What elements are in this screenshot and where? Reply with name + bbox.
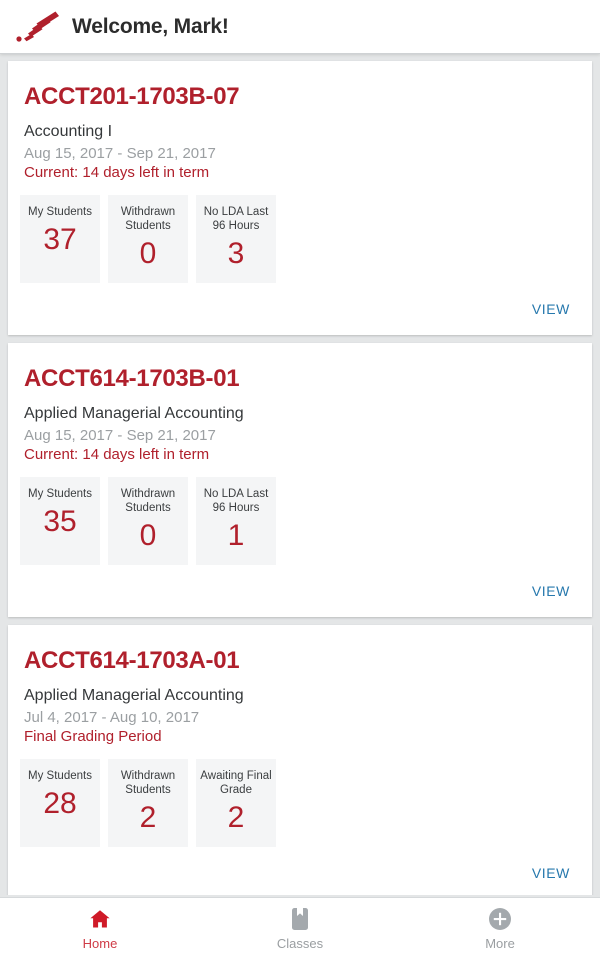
bottom-navigation: Home Classes More [0,897,600,960]
stat-value: 28 [43,787,77,820]
course-card[interactable]: ACCT201-1703B-07 Accounting I Aug 15, 20… [8,61,592,335]
stat-label: Withdrawn Students [120,206,176,232]
nav-label: Home [82,936,118,951]
book-icon [290,907,310,931]
stat-value: 35 [43,505,77,538]
course-status: Current: 14 days left in term [24,446,210,463]
nav-item-home[interactable]: Home [0,898,200,960]
card-footer: VIEW [8,565,592,617]
stat-label: No LDA Last 96 Hours [203,488,269,514]
stat-value: 0 [139,519,157,552]
course-code: ACCT614-1703A-01 [24,647,240,674]
stat-box[interactable]: Awaiting Final Grade 2 [196,759,276,847]
stat-value: 2 [227,801,245,834]
course-code: ACCT614-1703B-01 [24,365,240,392]
stats-row: My Students 35 Withdrawn Students 0 No L… [20,477,592,565]
stat-box[interactable]: No LDA Last 96 Hours 3 [196,195,276,283]
stat-label: My Students [28,206,92,218]
page-title: Welcome, Mark! [72,14,229,38]
stat-box[interactable]: No LDA Last 96 Hours 1 [196,477,276,565]
course-status: Final Grading Period [24,728,162,745]
stat-label: No LDA Last 96 Hours [203,206,269,232]
stat-value: 2 [139,801,157,834]
stat-box[interactable]: My Students 37 [20,195,100,283]
stat-label: Awaiting Final Grade [200,770,272,796]
course-name: Applied Managerial Accounting [24,405,244,422]
nav-item-classes[interactable]: Classes [200,898,400,960]
stat-value: 0 [139,237,157,270]
stat-box[interactable]: My Students 35 [20,477,100,565]
stats-row: My Students 28 Withdrawn Students 2 Awai… [20,759,592,847]
stat-box[interactable]: Withdrawn Students 0 [108,477,188,565]
stat-label: Withdrawn Students [120,488,176,514]
course-name: Accounting I [24,123,113,140]
stat-box[interactable]: Withdrawn Students 2 [108,759,188,847]
course-card[interactable]: ACCT614-1703A-01 Applied Managerial Acco… [8,625,592,895]
course-name: Applied Managerial Accounting [24,687,244,704]
nav-label: Classes [276,936,324,951]
stats-row: My Students 37 Withdrawn Students 0 No L… [20,195,592,283]
stat-box[interactable]: My Students 28 [20,759,100,847]
nav-label: More [485,936,515,951]
app-header: Welcome, Mark! [0,0,600,54]
stat-label: My Students [28,488,92,500]
view-button[interactable]: VIEW [532,301,570,317]
stat-value: 3 [227,237,245,270]
card-footer: VIEW [8,847,592,895]
stat-value: 1 [227,519,245,552]
plus-circle-icon [488,907,512,931]
view-button[interactable]: VIEW [532,583,570,599]
stat-value: 37 [43,223,77,256]
fan-logo-icon [14,10,62,44]
course-list[interactable]: ACCT201-1703B-07 Accounting I Aug 15, 20… [0,55,600,895]
stat-label: Withdrawn Students [120,770,176,796]
home-icon [87,907,113,931]
course-status: Current: 14 days left in term [24,164,210,181]
course-dates: Aug 15, 2017 - Sep 21, 2017 [24,145,216,162]
card-footer: VIEW [8,283,592,335]
nav-item-more[interactable]: More [400,898,600,960]
course-dates: Jul 4, 2017 - Aug 10, 2017 [24,709,200,726]
course-code: ACCT201-1703B-07 [24,83,240,110]
course-card[interactable]: ACCT614-1703B-01 Applied Managerial Acco… [8,343,592,617]
course-dates: Aug 15, 2017 - Sep 21, 2017 [24,427,216,444]
stat-box[interactable]: Withdrawn Students 0 [108,195,188,283]
stat-label: My Students [28,770,92,782]
view-button[interactable]: VIEW [532,865,570,881]
